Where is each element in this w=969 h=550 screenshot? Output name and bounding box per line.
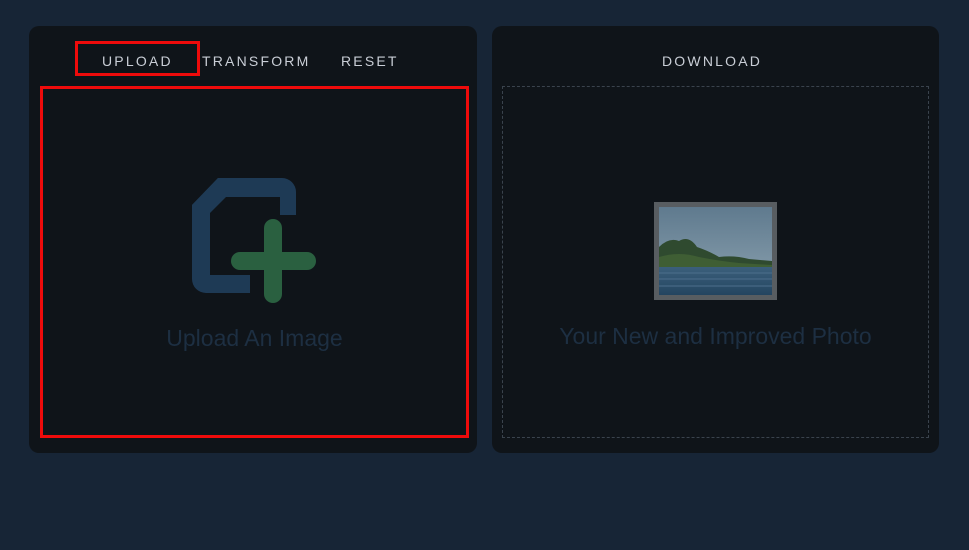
reset-tab[interactable]: RESET <box>341 53 399 69</box>
download-tab[interactable]: DOWNLOAD <box>662 53 762 69</box>
landscape-photo-icon <box>654 202 777 300</box>
transform-tab[interactable]: TRANSFORM <box>202 53 310 69</box>
result-placeholder-text: Your New and Improved Photo <box>559 323 872 349</box>
upload-tab-highlight <box>75 41 200 76</box>
result-preview-area: Your New and Improved Photo <box>502 86 929 438</box>
app-page: UPLOAD TRANSFORM RESET DOWNLOAD Upload A… <box>0 0 969 550</box>
upload-placeholder-text: Upload An Image <box>166 325 343 351</box>
upload-dropzone[interactable]: Upload An Image <box>40 86 469 438</box>
file-add-icon <box>190 175 322 307</box>
